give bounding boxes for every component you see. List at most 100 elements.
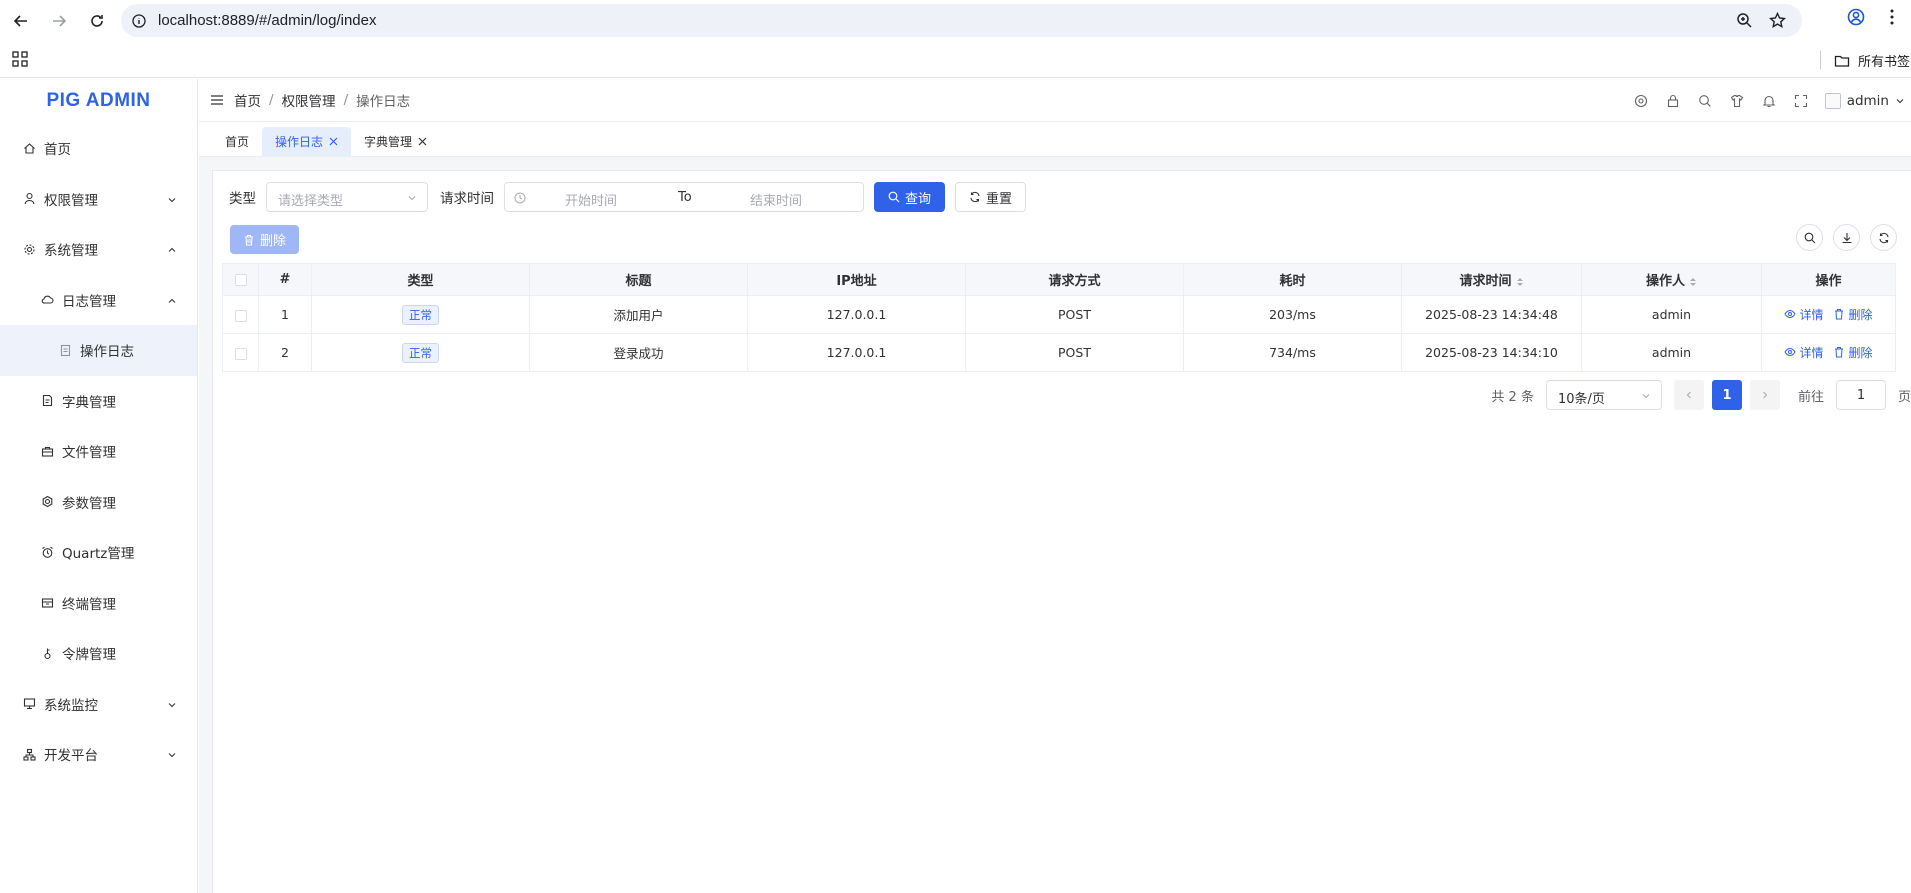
reset-button[interactable]: 重置	[955, 182, 1027, 212]
page-number-current[interactable]: 1	[1711, 380, 1742, 410]
type-label: 类型	[229, 191, 256, 207]
breadcrumb-home[interactable]: 首页	[234, 90, 261, 110]
sidebar-item-permission[interactable]: 权限管理	[0, 174, 197, 225]
eye-icon	[1784, 310, 1797, 319]
sidebar-item-terminal[interactable]: 终端管理	[0, 578, 197, 629]
sidebar-item-monitor[interactable]: 系统监控	[0, 679, 197, 730]
status-badge: 正常	[402, 342, 439, 363]
more-menu-icon[interactable]	[1883, 8, 1901, 26]
fullscreen-button[interactable]	[1785, 79, 1817, 122]
eye-icon	[1784, 348, 1797, 357]
row-delete-button[interactable]: 删除	[1833, 344, 1873, 361]
sidebar-item-label: 令牌管理	[62, 647, 116, 664]
header-title: 标题	[529, 263, 748, 296]
address-bar[interactable]: localhost:8889/#/admin/log/index	[121, 4, 1802, 37]
detail-button[interactable]: 详情	[1784, 344, 1824, 361]
select-all-cell	[222, 263, 259, 296]
gear-icon	[24, 244, 35, 255]
content-panel: 类型 请选择类型 请求时间 开始时间 To 结束时间 查询 重置 删除 # 类型…	[212, 170, 1911, 893]
header-operator[interactable]: 操作人	[1581, 263, 1762, 296]
cell-operator: admin	[1581, 333, 1762, 372]
lock-icon	[1667, 94, 1678, 107]
all-bookmarks-button[interactable]: 所有书签	[1834, 51, 1910, 70]
fullscreen-icon	[1794, 94, 1807, 107]
tab-home[interactable]: 首页	[212, 127, 262, 156]
cell-ip: 127.0.0.1	[747, 333, 966, 372]
sidebar-item-quartz[interactable]: Quartz管理	[0, 527, 197, 578]
end-time-placeholder[interactable]: 结束时间	[750, 190, 802, 209]
search-button[interactable]	[1689, 79, 1721, 122]
page-size-value: 10条/页	[1557, 392, 1605, 407]
detail-button[interactable]: 详情	[1784, 306, 1824, 323]
sidebar-item-label: 日志管理	[62, 293, 116, 310]
sidebar-item-label: 开发平台	[44, 748, 98, 765]
breadcrumb-separator: /	[343, 92, 349, 108]
app-logo[interactable]: PIG ADMIN	[0, 79, 197, 123]
sidebar-item-param[interactable]: 参数管理	[0, 477, 197, 528]
github-button[interactable]	[1625, 79, 1657, 122]
sidebar-item-home[interactable]: 首页	[0, 123, 197, 174]
sort-icon[interactable]	[1516, 276, 1524, 288]
select-all-checkbox[interactable]	[234, 273, 247, 286]
info-icon[interactable]	[132, 13, 146, 28]
breadcrumb-current: 操作日志	[356, 94, 411, 110]
range-separator: To	[678, 190, 692, 205]
sidebar-item-token[interactable]: 令牌管理	[0, 628, 197, 679]
row-checkbox[interactable]	[234, 347, 247, 360]
search-button[interactable]: 查询	[874, 182, 946, 212]
tab-operation-log[interactable]: 操作日志	[262, 127, 352, 156]
export-button[interactable]	[1833, 224, 1860, 251]
hamburger-icon[interactable]	[210, 93, 224, 107]
sidebar-item-dev[interactable]: 开发平台	[0, 729, 197, 780]
profile-icon[interactable]	[1847, 8, 1865, 26]
breadcrumb-permission[interactable]: 权限管理	[282, 90, 336, 110]
delete-label: 删除	[1848, 307, 1873, 322]
header-request-time[interactable]: 请求时间	[1401, 263, 1582, 296]
type-placeholder: 请选择类型	[278, 194, 344, 209]
github-icon	[1634, 94, 1647, 107]
cell-actions: 详情 删除	[1761, 295, 1896, 334]
theme-button[interactable]	[1721, 79, 1753, 122]
goto-page-input[interactable]: 1	[1835, 380, 1886, 410]
close-icon[interactable]	[418, 137, 427, 146]
notification-button[interactable]	[1753, 79, 1785, 122]
lock-button[interactable]	[1657, 79, 1689, 122]
apps-grid-icon[interactable]	[12, 51, 28, 67]
sidebar-item-label: 权限管理	[44, 192, 98, 209]
row-checkbox[interactable]	[234, 309, 247, 322]
next-page-button[interactable]	[1749, 380, 1780, 410]
sidebar-item-log[interactable]: 日志管理	[0, 275, 197, 326]
sort-icon[interactable]	[1689, 276, 1697, 288]
close-icon[interactable]	[329, 137, 338, 146]
sidebar-item-file[interactable]: 文件管理	[0, 426, 197, 477]
forward-arrow-icon	[53, 15, 67, 27]
page-size-select[interactable]: 10条/页	[1545, 380, 1662, 410]
search-form: 类型 请选择类型 请求时间 开始时间 To 结束时间 查询 重置	[229, 181, 1027, 213]
row-delete-button[interactable]: 删除	[1833, 306, 1873, 323]
folder-icon	[1834, 55, 1850, 67]
date-range-picker[interactable]: 开始时间 To 结束时间	[504, 182, 864, 212]
tab-dict[interactable]: 字典管理	[351, 127, 440, 156]
refresh-button[interactable]	[1870, 224, 1897, 251]
back-button[interactable]	[4, 4, 38, 38]
bookmarks-bar: 所有书签	[0, 42, 1911, 78]
download-icon	[1842, 232, 1851, 243]
start-time-placeholder[interactable]: 开始时间	[565, 190, 617, 209]
forward-button[interactable]	[42, 4, 76, 38]
star-icon[interactable]	[1769, 12, 1786, 29]
chevron-down-icon	[168, 702, 176, 707]
sidebar-item-dict[interactable]: 字典管理	[0, 376, 197, 427]
prev-page-button[interactable]	[1673, 380, 1704, 410]
cell-time: 2025-08-23 14:34:10	[1401, 333, 1582, 372]
sidebar-item-system[interactable]: 系统管理	[0, 224, 197, 275]
sidebar-item-operation-log[interactable]: 操作日志	[0, 325, 197, 376]
type-select[interactable]: 请选择类型	[266, 182, 428, 212]
batch-delete-button[interactable]: 删除	[230, 225, 300, 254]
back-arrow-icon	[13, 15, 27, 27]
zoom-icon[interactable]	[1736, 12, 1753, 29]
user-menu[interactable]: admin	[1824, 92, 1905, 109]
sidebar-item-label: 参数管理	[62, 495, 116, 512]
toggle-search-button[interactable]	[1796, 224, 1823, 251]
user-icon	[24, 193, 35, 205]
reload-button[interactable]	[80, 4, 114, 38]
